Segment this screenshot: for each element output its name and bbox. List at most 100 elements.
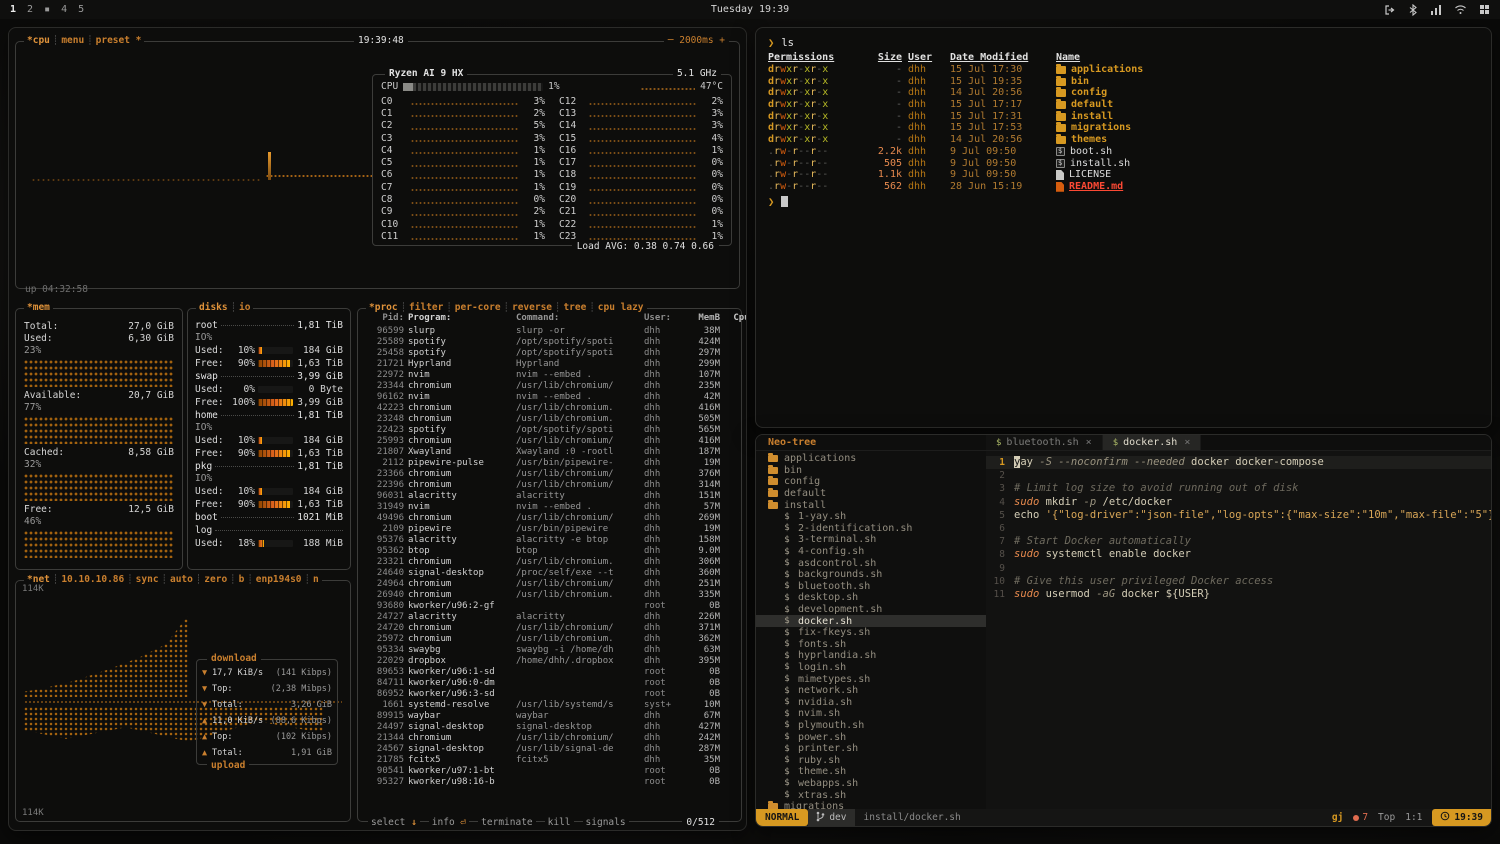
box-title-segment[interactable]: preset * <box>93 35 145 47</box>
box-title-segment[interactable]: io <box>236 302 253 314</box>
tree-item[interactable]: $fonts.sh <box>756 639 986 651</box>
process-row[interactable]: 22423spotify/opt/spotify/spotidhh565M0.0 <box>364 425 735 436</box>
footer-action[interactable]: kill <box>545 817 574 828</box>
workspace-4[interactable]: 4 <box>61 4 67 15</box>
process-row[interactable]: 25972chromium/usr/lib/chromium.dhh362M0.… <box>364 634 735 645</box>
buffer-tab-docker.sh[interactable]: $docker.sh× <box>1103 435 1202 450</box>
process-row[interactable]: 49496chromium/usr/lib/chromium/dhh269M0.… <box>364 513 735 524</box>
process-row[interactable]: 22029dropbox/home/dhh/.dropboxdhh395M0.0 <box>364 656 735 667</box>
process-row[interactable]: 23366chromium/usr/lib/chromium/dhh376M0.… <box>364 469 735 480</box>
column-header[interactable]: Cpu% <box>724 313 747 323</box>
process-row[interactable]: 31949nvimnvim --embed .dhh57M0.0 <box>364 502 735 513</box>
box-title-segment[interactable]: enp194s0 <box>253 574 305 586</box>
grid-icon[interactable] <box>1479 4 1490 15</box>
tree-item[interactable]: default <box>756 488 986 500</box>
tree-item[interactable]: $network.sh <box>756 685 986 697</box>
process-row[interactable]: 21344chromium/usr/lib/chromium/dhh242M0.… <box>364 733 735 744</box>
process-row[interactable]: 93680kworker/u96:2-gfroot0B0.0 <box>364 601 735 612</box>
logout-icon[interactable] <box>1384 4 1396 16</box>
close-icon[interactable]: × <box>1184 437 1190 448</box>
wifi-icon[interactable] <box>1454 4 1467 15</box>
process-row[interactable]: 24640signal-desktop/proc/self/exe --tdhh… <box>364 568 735 579</box>
tree-item[interactable]: $docker.sh <box>756 615 986 627</box>
editor[interactable]: 1yay -S --noconfirm --needed docker dock… <box>986 451 1491 809</box>
tree-item[interactable]: $mimetypes.sh <box>756 673 986 685</box>
process-row[interactable]: 84711kworker/u96:0-dmroot0B0.0 <box>364 678 735 689</box>
process-row[interactable]: 2112pipewire-pulse/usr/bin/pipewire-dhh1… <box>364 458 735 469</box>
process-row[interactable]: 24720chromium/usr/lib/chromium/dhh371M0.… <box>364 623 735 634</box>
process-row[interactable]: 24567signal-desktop/usr/lib/signal-dedhh… <box>364 744 735 755</box>
tree-item[interactable]: $4-config.sh <box>756 546 986 558</box>
column-header[interactable]: MemB <box>682 313 720 323</box>
tree-item[interactable]: $login.sh <box>756 662 986 674</box>
workspace-3[interactable]: ▪ <box>44 4 50 15</box>
tree-item[interactable]: $nvidia.sh <box>756 696 986 708</box>
box-title-segment[interactable]: sync <box>133 574 162 586</box>
tree-item[interactable]: $power.sh <box>756 731 986 743</box>
process-row[interactable]: 42223chromium/usr/lib/chromium.dhh416M0.… <box>364 403 735 414</box>
tree-item[interactable]: config <box>756 476 986 488</box>
tree-item[interactable]: $hyprlandia.sh <box>756 650 986 662</box>
footer-action[interactable]: signals <box>583 817 629 828</box>
column-header[interactable]: Command: <box>516 313 640 323</box>
box-title-segment[interactable]: disks <box>196 302 231 314</box>
process-row[interactable]: 23344chromium/usr/lib/chromium/dhh235M0.… <box>364 381 735 392</box>
process-row[interactable]: 95334swaybgswaybg -i /home/dhdhh63M0.0 <box>364 645 735 656</box>
process-row[interactable]: 24497signal-desktopsignal-desktopdhh427M… <box>364 722 735 733</box>
tree-item[interactable]: $backgrounds.sh <box>756 569 986 581</box>
tree-item[interactable]: $2-identification.sh <box>756 523 986 535</box>
tree-item[interactable]: migrations <box>756 801 986 809</box>
process-row[interactable]: 25589spotify/opt/spotify/spotidhh424M0.2 <box>364 337 735 348</box>
process-row[interactable]: 86952kworker/u96:3-sdroot0B0.0 <box>364 689 735 700</box>
process-row[interactable]: 21721HyprlandHyprlanddhh299M0.1 <box>364 359 735 370</box>
footer-action[interactable]: terminate <box>478 817 535 828</box>
tree-item[interactable]: $ruby.sh <box>756 754 986 766</box>
process-row[interactable]: 25993chromium/usr/lib/chromium/dhh416M0.… <box>364 436 735 447</box>
workspace-1[interactable]: 1 <box>10 4 16 15</box>
process-row[interactable]: 95362btopbtopdhh9.0M0.0 <box>364 546 735 557</box>
tree-item[interactable]: $1-yay.sh <box>756 511 986 523</box>
update-interval-control[interactable]: ─ 2000ms + <box>664 35 729 46</box>
close-icon[interactable]: × <box>1086 437 1092 448</box>
process-row[interactable]: 23248chromium/usr/lib/chromium.dhh505M0.… <box>364 414 735 425</box>
new-prompt-line[interactable]: ❯ <box>768 194 1479 207</box>
box-title-segment[interactable]: *cpu <box>24 35 53 47</box>
tree-item[interactable]: $fix-fkeys.sh <box>756 627 986 639</box>
tree-item[interactable]: $development.sh <box>756 604 986 616</box>
chart-bars-icon[interactable] <box>1430 4 1442 16</box>
bluetooth-icon[interactable] <box>1408 4 1418 16</box>
tree-item[interactable]: $printer.sh <box>756 743 986 755</box>
process-row[interactable]: 95376alacrittyalacritty -e btopdhh158M0.… <box>364 535 735 546</box>
buffer-tab-bluetooth.sh[interactable]: $bluetooth.sh× <box>986 435 1103 450</box>
tree-item[interactable]: $theme.sh <box>756 766 986 778</box>
tree-item[interactable]: install <box>756 499 986 511</box>
box-title-segment[interactable]: 10.10.10.86 <box>58 574 127 586</box>
process-row[interactable]: 89653kworker/u96:1-sdroot0B0.0 <box>364 667 735 678</box>
box-title-segment[interactable]: zero <box>201 574 230 586</box>
process-row[interactable]: 24727alacrittyalacrittydhh226M0.0 <box>364 612 735 623</box>
process-row[interactable]: 24964chromium/usr/lib/chromium/dhh251M0.… <box>364 579 735 590</box>
process-row[interactable]: 1661systemd-resolve/usr/lib/systemd/ssys… <box>364 700 735 711</box>
process-row[interactable]: 96031alacrittyalacrittydhh151M0.0 <box>364 491 735 502</box>
column-header[interactable]: Program: <box>408 313 512 323</box>
box-title-segment[interactable]: n <box>310 574 322 586</box>
tree-item[interactable]: $bluetooth.sh <box>756 581 986 593</box>
tree-item[interactable]: bin <box>756 465 986 477</box>
tree-item[interactable]: $webapps.sh <box>756 778 986 790</box>
footer-action[interactable]: select ↓ <box>368 817 420 828</box>
footer-action[interactable]: info ⏎ <box>429 817 469 828</box>
tree-item[interactable]: $plymouth.sh <box>756 720 986 732</box>
process-row[interactable]: 95327kworker/u98:16-broot0B0.0 <box>364 777 735 788</box>
column-header[interactable]: Pid: <box>364 313 404 323</box>
tree-item[interactable]: $3-terminal.sh <box>756 534 986 546</box>
process-row[interactable]: 23321chromium/usr/lib/chromium.dhh306M0.… <box>364 557 735 568</box>
column-header[interactable]: User: <box>644 313 678 323</box>
process-row[interactable]: 25458spotify/opt/spotify/spotidhh297M0.2 <box>364 348 735 359</box>
process-row[interactable]: 21807XwaylandXwayland :0 -rootldhh187M0.… <box>364 447 735 458</box>
tree-item[interactable]: $asdcontrol.sh <box>756 557 986 569</box>
process-row[interactable]: 26940chromium/usr/lib/chromium.dhh335M0.… <box>364 590 735 601</box>
box-title-segment[interactable]: b <box>236 574 248 586</box>
tree-item[interactable]: $nvim.sh <box>756 708 986 720</box>
process-row[interactable]: 96599slurpslurp -ordhh38M0.0 <box>364 326 735 337</box>
process-row[interactable]: 90541kworker/u97:1-btroot0B0.0 <box>364 766 735 777</box>
